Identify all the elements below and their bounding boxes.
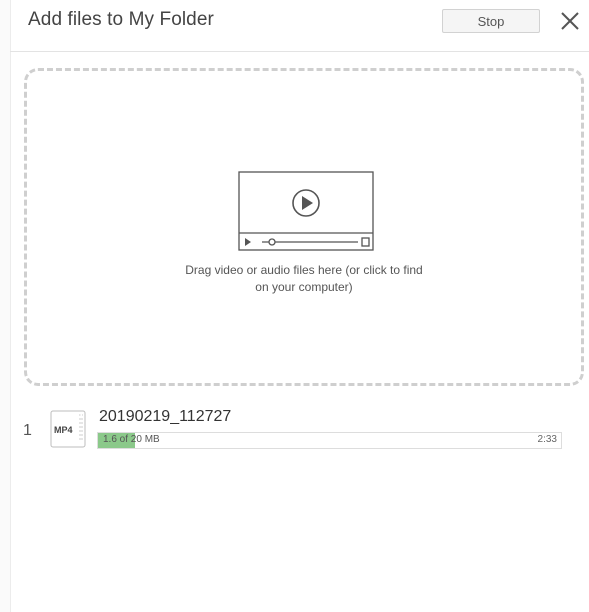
- dialog-header: Add files to My Folder Stop: [10, 0, 589, 52]
- upload-progress-text: 1.6 of 20 MB: [103, 434, 160, 445]
- close-icon: [561, 12, 579, 30]
- upload-progress-bar: 1.6 of 20 MB 2:33: [97, 432, 562, 449]
- dropzone-text-line2: on your computer): [255, 280, 353, 294]
- stop-button[interactable]: Stop: [442, 9, 540, 33]
- file-name: 20190219_112727: [99, 408, 232, 425]
- dropzone-instructions: Drag video or audio files here (or click…: [27, 262, 581, 296]
- upload-file-row: 1 MP4 20190219_112727 1.6 of 20 MB 2:33: [10, 398, 589, 458]
- dialog-title: Add files to My Folder: [28, 9, 214, 30]
- file-type-label: MP4: [54, 425, 73, 435]
- upload-time-remaining: 2:33: [537, 434, 557, 445]
- window-left-edge: [0, 0, 11, 612]
- dropzone-text-line1: Drag video or audio files here (or click…: [185, 263, 423, 277]
- video-player-icon: [238, 171, 374, 251]
- mp4-file-icon: MP4: [50, 410, 86, 448]
- file-dropzone[interactable]: Drag video or audio files here (or click…: [24, 68, 584, 386]
- close-button[interactable]: [559, 10, 581, 32]
- file-index: 1: [23, 422, 32, 439]
